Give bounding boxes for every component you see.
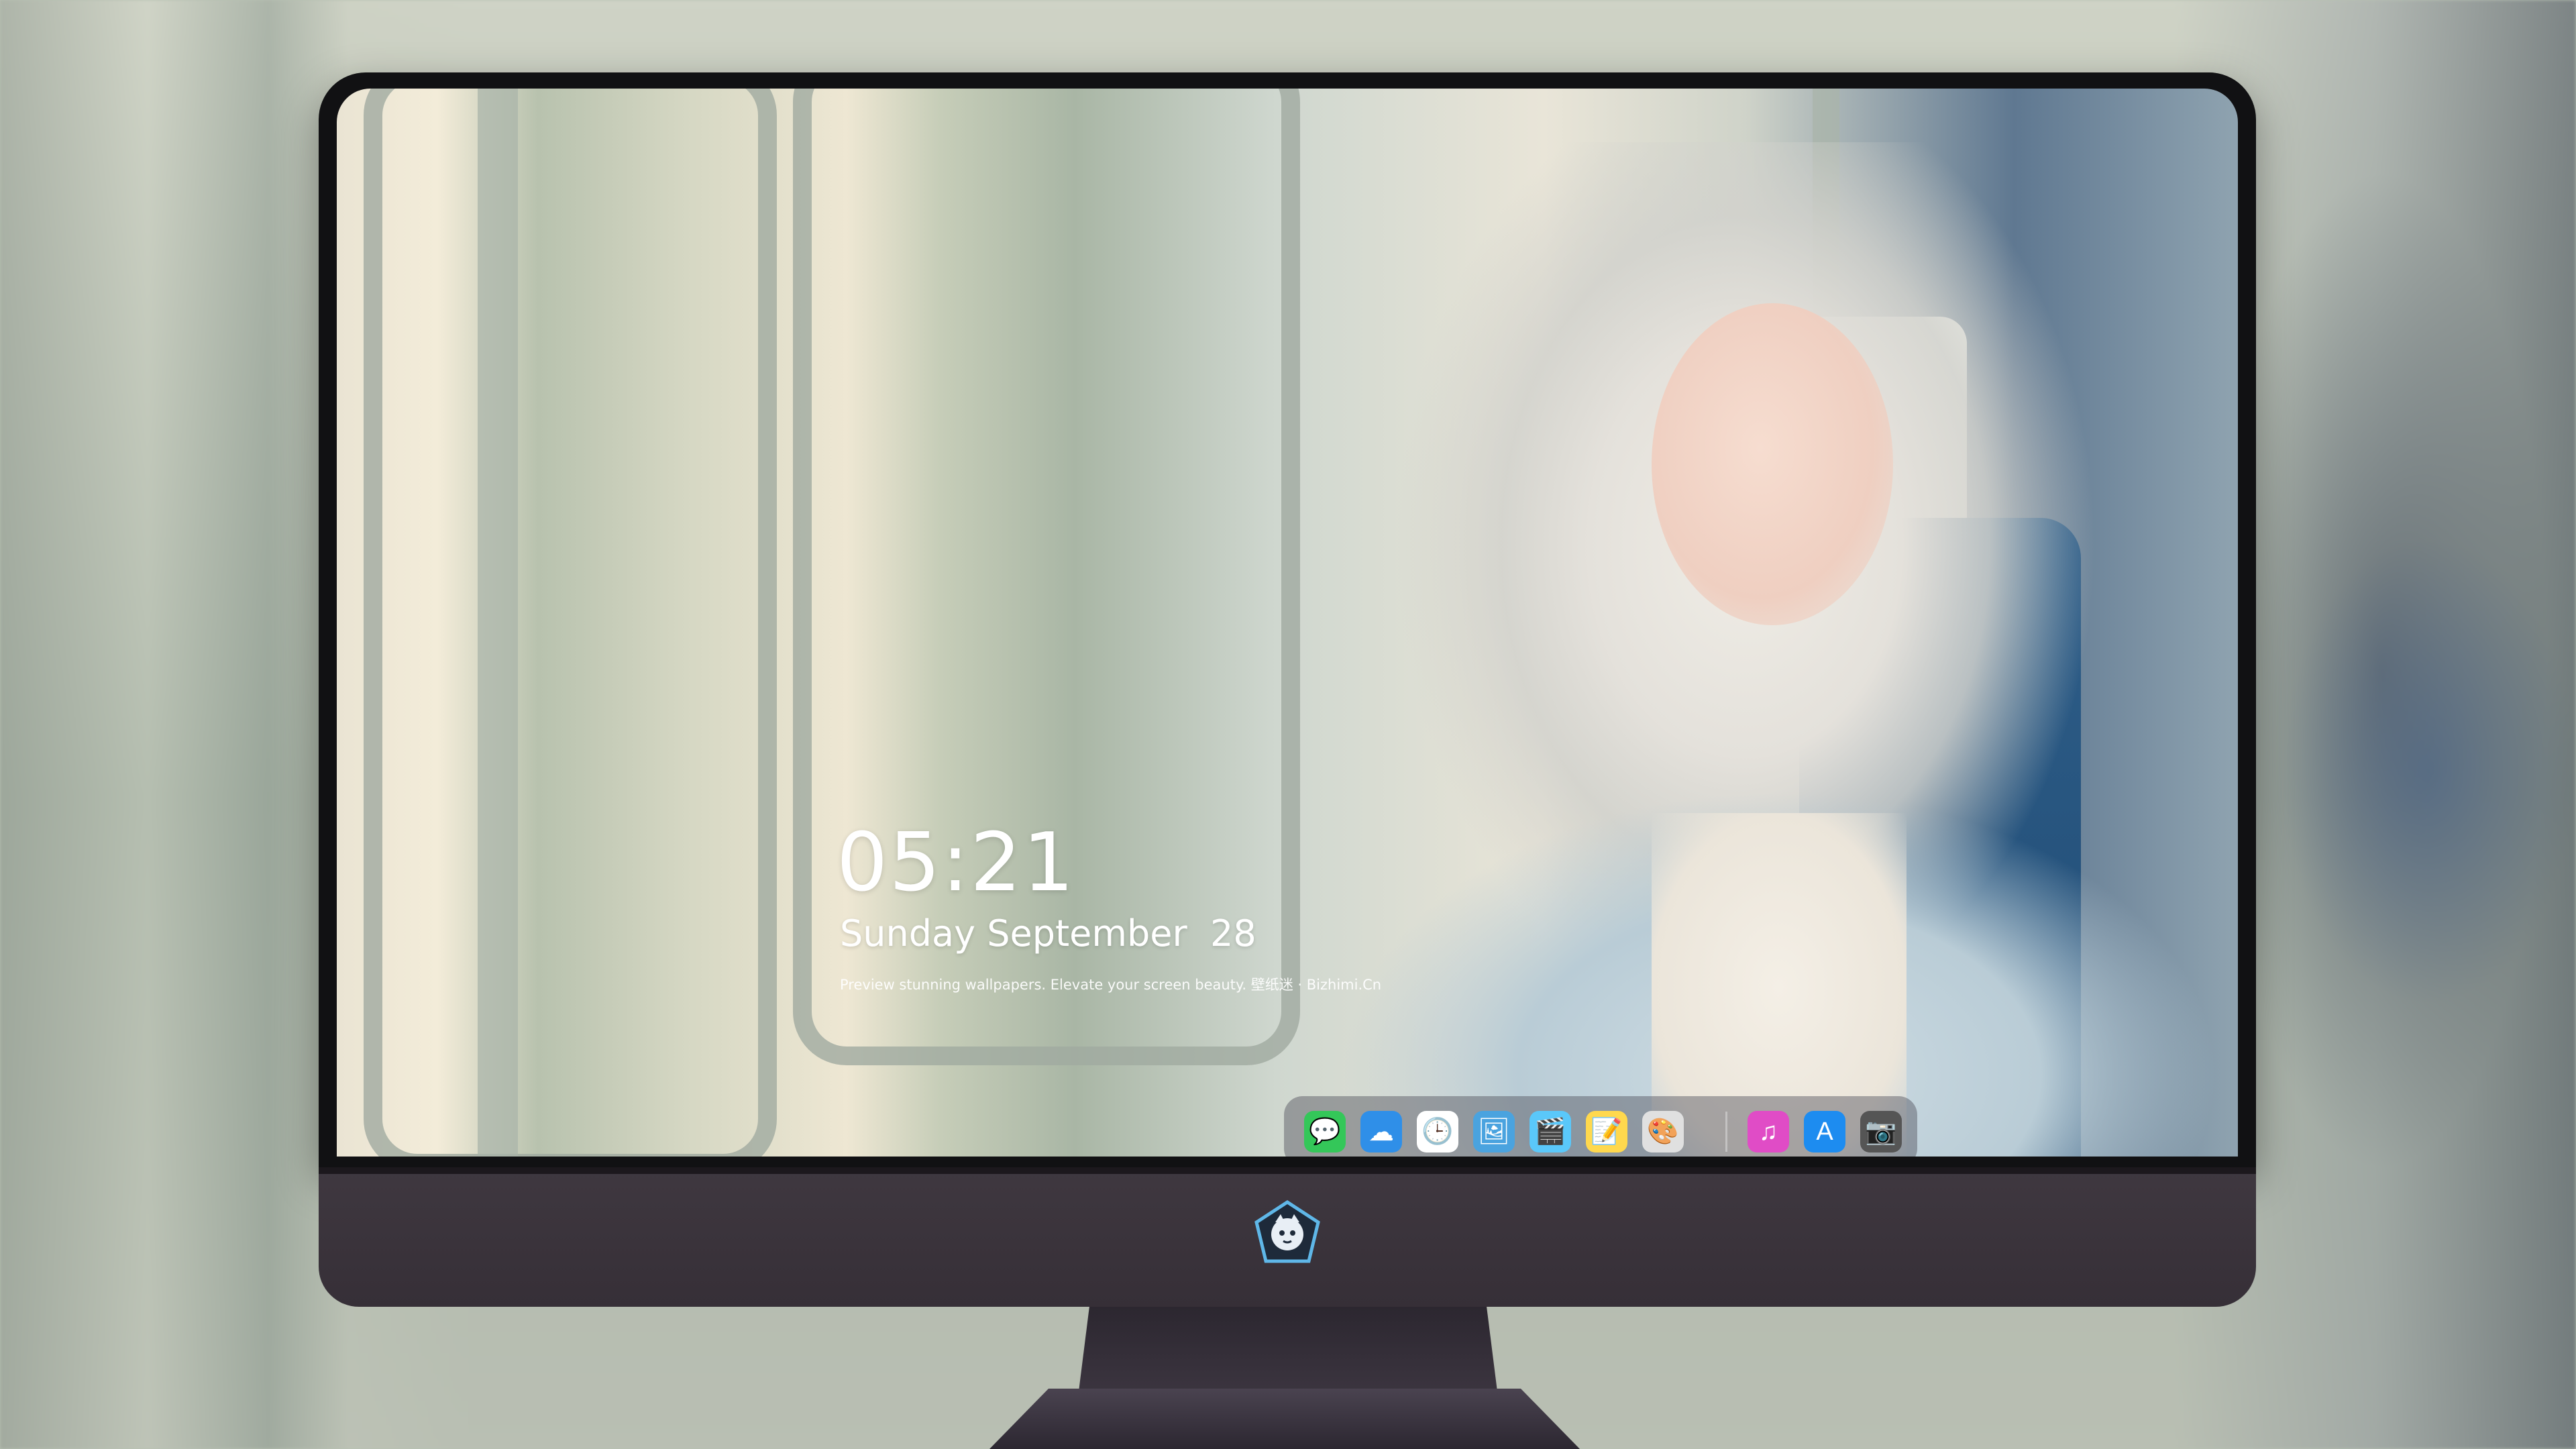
lockscreen-tagline: Preview stunning wallpapers. Elevate you… [840, 977, 1382, 993]
screen-wallpaper: 05:21 Sunday September 28 Preview stunni… [337, 89, 2238, 1157]
clips-icon[interactable]: 🎬 [1529, 1111, 1571, 1152]
brand-logo-icon [1254, 1200, 1320, 1263]
wallpaper-figure-face [1652, 303, 1893, 625]
lockscreen-date: Sunday September 28 [840, 912, 1256, 955]
monitor-chin-edge [319, 1167, 2256, 1174]
camera-icon[interactable]: 📷 [1860, 1111, 1902, 1152]
blurred-background-shape [2281, 537, 2576, 1006]
wallpaper-pillar [478, 89, 518, 1157]
wallpaper-window-frame [364, 89, 777, 1157]
music-icon[interactable]: ♫ [1748, 1111, 1789, 1152]
app-store-icon[interactable]: A [1804, 1111, 1845, 1152]
clock-icon[interactable]: 🕒 [1417, 1111, 1458, 1152]
monitor-stand-base [989, 1389, 1580, 1449]
weather-icon[interactable]: ☁ [1360, 1111, 1402, 1152]
dock-separator [1725, 1112, 1727, 1152]
messages-icon[interactable]: 💬 [1304, 1111, 1346, 1152]
dock: 💬 ☁ 🕒 🖼 🎬 📝 🎨 ♫ A 📷 [1284, 1096, 1917, 1157]
monitor: 05:21 Sunday September 28 Preview stunni… [319, 72, 2256, 1307]
lockscreen-time: 05:21 [837, 816, 1075, 910]
photo-booth-icon[interactable]: 🎨 [1642, 1111, 1684, 1152]
notes-icon[interactable]: 📝 [1586, 1111, 1627, 1152]
preview-icon[interactable]: 🖼 [1473, 1111, 1515, 1152]
